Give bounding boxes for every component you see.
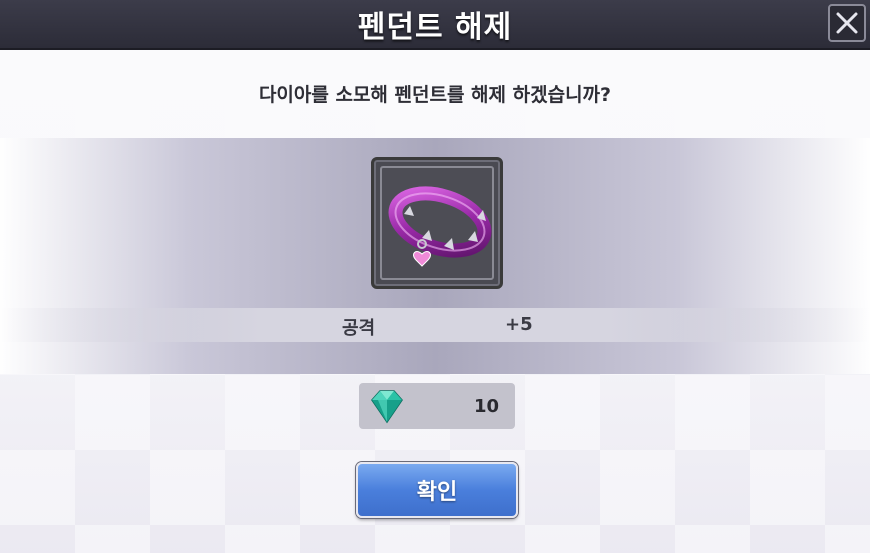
close-icon — [836, 12, 858, 34]
confirm-button[interactable]: 확인 — [356, 462, 518, 518]
dialog-titlebar: 펜던트 해제 — [0, 0, 870, 50]
close-button[interactable] — [828, 4, 866, 42]
cost-amount: 10 — [473, 396, 499, 417]
stat-label: 공격 — [342, 318, 376, 339]
item-slot — [371, 157, 503, 289]
confirm-button-label: 확인 — [416, 480, 458, 505]
dialog-title: 펜던트 해제 — [357, 10, 513, 45]
stat-value: +5 — [505, 314, 533, 335]
confirmation-question: 다이아를 소모해 펜던트를 해제 하겠습니까? — [258, 84, 612, 106]
stat-row — [0, 308, 870, 342]
pendant-ring-icon — [388, 186, 492, 267]
